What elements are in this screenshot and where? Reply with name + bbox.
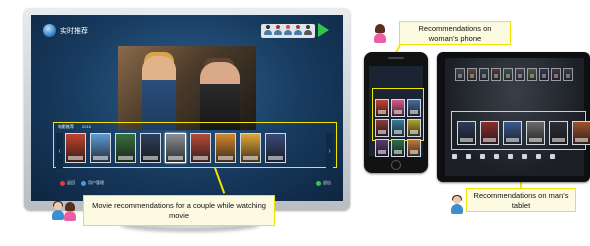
tv-callout: Movie recommendations for a couple while… [83,195,275,226]
chevron-right-icon: › [328,147,331,155]
movie-poster[interactable] [491,68,501,81]
movie-poster[interactable] [375,139,389,157]
legend-label: 返回 [67,180,75,185]
movie-poster[interactable] [391,139,405,157]
dock-icon[interactable] [522,154,527,159]
legend-label: 用户管理 [88,180,104,185]
phone-poster-grid [375,99,421,157]
app-title: 实时推荐 [60,28,88,35]
movie-poster[interactable] [563,68,573,81]
tv-poster-strip [65,133,286,163]
legend-item[interactable]: 用户管理 [81,180,104,186]
tablet-dock [452,154,555,159]
blue-button-icon [81,180,86,186]
movie-still-figure [200,62,240,130]
user-profile-icon[interactable] [284,25,292,35]
tablet-callout: Recommendations on man’s tablet [466,188,576,212]
legend-item[interactable]: 返回 [60,180,75,186]
dock-icon[interactable] [550,154,555,159]
legend-label: 退出 [323,180,331,185]
movie-poster[interactable] [407,139,421,157]
movie-poster[interactable] [240,133,261,163]
woman-avatar-icon [374,24,386,43]
phone-callout: Recommendations on woman’s phone [399,21,511,45]
movie-poster[interactable] [551,68,561,81]
dock-icon[interactable] [536,154,541,159]
tablet-background-posters [455,68,573,81]
movie-poster[interactable] [467,68,477,81]
movie-poster[interactable] [457,121,476,145]
scroll-right-button[interactable]: › [326,133,333,169]
movie-poster[interactable] [407,99,421,117]
movie-poster[interactable] [375,99,389,117]
dock-icon[interactable] [466,154,471,159]
movie-poster[interactable] [527,68,537,81]
play-icon[interactable] [318,23,329,37]
movie-poster[interactable] [90,133,111,163]
chevron-left-icon: ‹ [58,147,61,155]
user-profile-icon[interactable] [274,25,282,35]
user-profiles [261,24,315,38]
movie-still-figure [142,56,176,130]
movie-poster[interactable] [375,119,389,137]
user-profile-icon[interactable] [264,25,272,35]
woman-avatar-icon [64,202,76,221]
movie-poster[interactable] [165,133,186,163]
movie-poster[interactable] [515,68,525,81]
green-button-icon [316,180,321,186]
movie-poster[interactable] [455,68,465,81]
movie-poster[interactable] [503,68,513,81]
movie-poster[interactable] [391,119,405,137]
movie-poster[interactable] [115,133,136,163]
man-avatar-icon [451,195,463,214]
phone-speaker [388,57,404,59]
movie-poster[interactable] [503,121,522,145]
dock-icon[interactable] [480,154,485,159]
movie-poster[interactable] [479,68,489,81]
movie-poster[interactable] [572,121,590,145]
user-profile-icon[interactable] [294,25,302,35]
red-button-icon [60,180,65,186]
dock-icon[interactable] [494,154,499,159]
movie-poster[interactable] [549,121,568,145]
app-logo-icon [43,24,56,37]
movie-poster[interactable] [190,133,211,163]
movie-poster[interactable] [407,119,421,137]
user-profile-icon[interactable] [304,25,312,35]
man-avatar-icon [52,201,64,220]
movie-poster[interactable] [265,133,286,163]
movie-poster[interactable] [215,133,236,163]
now-playing-movie [118,46,256,130]
legend-item[interactable]: 退出 [316,180,331,186]
movie-poster[interactable] [65,133,86,163]
movie-poster[interactable] [480,121,499,145]
movie-poster[interactable] [526,121,545,145]
movie-poster[interactable] [391,99,405,117]
dock-icon[interactable] [508,154,513,159]
tablet-poster-strip [457,121,590,145]
movie-poster[interactable] [140,133,161,163]
dock-icon[interactable] [452,154,457,159]
movie-poster[interactable] [539,68,549,81]
phone-home-button[interactable] [391,160,401,170]
scroll-left-button[interactable]: ‹ [56,133,63,169]
